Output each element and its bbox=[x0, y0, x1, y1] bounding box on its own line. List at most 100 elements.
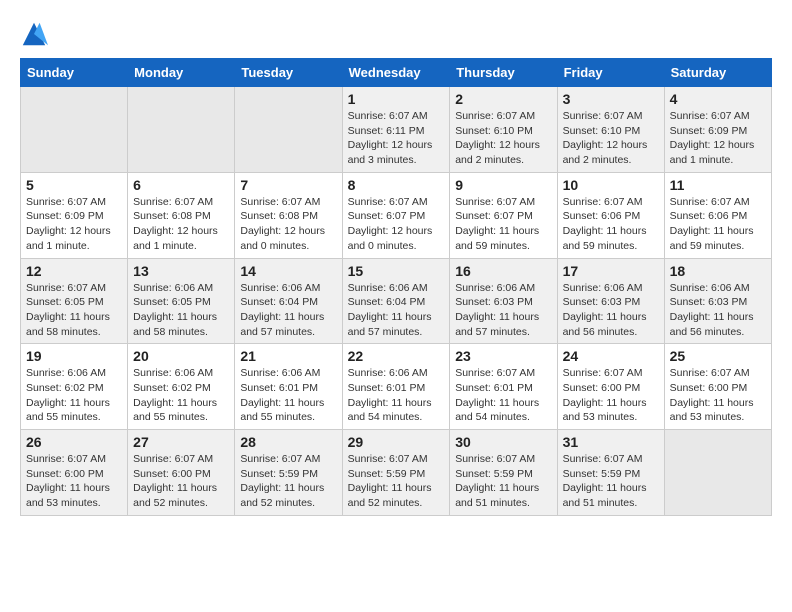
day-info: Sunrise: 6:07 AM Sunset: 6:08 PM Dayligh… bbox=[133, 195, 229, 254]
day-info: Sunrise: 6:07 AM Sunset: 6:01 PM Dayligh… bbox=[455, 366, 551, 425]
day-info: Sunrise: 6:07 AM Sunset: 6:06 PM Dayligh… bbox=[563, 195, 659, 254]
day-number: 3 bbox=[563, 91, 659, 107]
day-info: Sunrise: 6:07 AM Sunset: 6:05 PM Dayligh… bbox=[26, 281, 122, 340]
day-info: Sunrise: 6:07 AM Sunset: 6:11 PM Dayligh… bbox=[348, 109, 445, 168]
calendar-cell bbox=[664, 430, 771, 516]
day-number: 7 bbox=[240, 177, 336, 193]
day-number: 10 bbox=[563, 177, 659, 193]
day-info: Sunrise: 6:06 AM Sunset: 6:04 PM Dayligh… bbox=[240, 281, 336, 340]
day-number: 31 bbox=[563, 434, 659, 450]
calendar-cell: 26 Sunrise: 6:07 AM Sunset: 6:00 PM Dayli… bbox=[21, 430, 128, 516]
calendar-cell: 4 Sunrise: 6:07 AM Sunset: 6:09 PM Daylig… bbox=[664, 87, 771, 173]
calendar-cell: 7 Sunrise: 6:07 AM Sunset: 6:08 PM Daylig… bbox=[235, 172, 342, 258]
day-info: Sunrise: 6:07 AM Sunset: 6:00 PM Dayligh… bbox=[133, 452, 229, 511]
logo bbox=[20, 20, 52, 48]
day-number: 18 bbox=[670, 263, 766, 279]
calendar-cell: 6 Sunrise: 6:07 AM Sunset: 6:08 PM Daylig… bbox=[128, 172, 235, 258]
day-number: 25 bbox=[670, 348, 766, 364]
calendar-cell: 28 Sunrise: 6:07 AM Sunset: 5:59 PM Dayli… bbox=[235, 430, 342, 516]
day-number: 2 bbox=[455, 91, 551, 107]
calendar-cell: 11Sunrise: 6:07 AM Sunset: 6:06 PM Dayli… bbox=[664, 172, 771, 258]
day-number: 4 bbox=[670, 91, 766, 107]
calendar-cell bbox=[21, 87, 128, 173]
calendar-cell: 14 Sunrise: 6:06 AM Sunset: 6:04 PM Dayli… bbox=[235, 258, 342, 344]
calendar-cell: 1 Sunrise: 6:07 AM Sunset: 6:11 PM Daylig… bbox=[342, 87, 450, 173]
day-info: Sunrise: 6:07 AM Sunset: 6:00 PM Dayligh… bbox=[563, 366, 659, 425]
calendar-cell: 22 Sunrise: 6:06 AM Sunset: 6:01 PM Dayli… bbox=[342, 344, 450, 430]
day-info: Sunrise: 6:07 AM Sunset: 6:08 PM Dayligh… bbox=[240, 195, 336, 254]
day-number: 23 bbox=[455, 348, 551, 364]
day-info: Sunrise: 6:06 AM Sunset: 6:02 PM Dayligh… bbox=[26, 366, 122, 425]
calendar-cell: 17 Sunrise: 6:06 AM Sunset: 6:03 PM Dayli… bbox=[557, 258, 664, 344]
day-number: 1 bbox=[348, 91, 445, 107]
day-info: Sunrise: 6:07 AM Sunset: 6:09 PM Dayligh… bbox=[26, 195, 122, 254]
page-header bbox=[20, 20, 772, 48]
day-number: 30 bbox=[455, 434, 551, 450]
day-info: Sunrise: 6:07 AM Sunset: 5:59 PM Dayligh… bbox=[240, 452, 336, 511]
calendar-week-row: 1 Sunrise: 6:07 AM Sunset: 6:11 PM Daylig… bbox=[21, 87, 772, 173]
calendar-cell: 31 Sunrise: 6:07 AM Sunset: 5:59 PM Dayli… bbox=[557, 430, 664, 516]
calendar-cell: 18 Sunrise: 6:06 AM Sunset: 6:03 PM Dayli… bbox=[664, 258, 771, 344]
day-number: 22 bbox=[348, 348, 445, 364]
calendar-cell: 5 Sunrise: 6:07 AM Sunset: 6:09 PM Daylig… bbox=[21, 172, 128, 258]
calendar-cell: 19 Sunrise: 6:06 AM Sunset: 6:02 PM Dayli… bbox=[21, 344, 128, 430]
logo-icon bbox=[20, 20, 48, 48]
day-info: Sunrise: 6:07 AM Sunset: 5:59 PM Dayligh… bbox=[563, 452, 659, 511]
day-number: 29 bbox=[348, 434, 445, 450]
day-info: Sunrise: 6:07 AM Sunset: 5:59 PM Dayligh… bbox=[455, 452, 551, 511]
calendar-cell: 20 Sunrise: 6:06 AM Sunset: 6:02 PM Dayli… bbox=[128, 344, 235, 430]
day-number: 19 bbox=[26, 348, 122, 364]
day-info: Sunrise: 6:07 AM Sunset: 6:00 PM Dayligh… bbox=[670, 366, 766, 425]
calendar-cell: 12 Sunrise: 6:07 AM Sunset: 6:05 PM Dayli… bbox=[21, 258, 128, 344]
day-number: 16 bbox=[455, 263, 551, 279]
day-number: 14 bbox=[240, 263, 336, 279]
day-number: 15 bbox=[348, 263, 445, 279]
calendar-cell: 24 Sunrise: 6:07 AM Sunset: 6:00 PM Dayli… bbox=[557, 344, 664, 430]
day-number: 28 bbox=[240, 434, 336, 450]
calendar-cell: 2 Sunrise: 6:07 AM Sunset: 6:10 PM Daylig… bbox=[450, 87, 557, 173]
calendar-cell bbox=[128, 87, 235, 173]
calendar-header-tuesday: Tuesday bbox=[235, 59, 342, 87]
day-number: 13 bbox=[133, 263, 229, 279]
calendar-cell: 3 Sunrise: 6:07 AM Sunset: 6:10 PM Daylig… bbox=[557, 87, 664, 173]
day-info: Sunrise: 6:06 AM Sunset: 6:03 PM Dayligh… bbox=[670, 281, 766, 340]
day-info: Sunrise: 6:07 AM Sunset: 6:06 PM Dayligh… bbox=[670, 195, 766, 254]
day-info: Sunrise: 6:06 AM Sunset: 6:03 PM Dayligh… bbox=[455, 281, 551, 340]
day-info: Sunrise: 6:06 AM Sunset: 6:01 PM Dayligh… bbox=[240, 366, 336, 425]
day-number: 17 bbox=[563, 263, 659, 279]
day-info: Sunrise: 6:06 AM Sunset: 6:02 PM Dayligh… bbox=[133, 366, 229, 425]
calendar-cell: 27Sunrise: 6:07 AM Sunset: 6:00 PM Dayli… bbox=[128, 430, 235, 516]
day-number: 26 bbox=[26, 434, 122, 450]
day-number: 20 bbox=[133, 348, 229, 364]
calendar-cell bbox=[235, 87, 342, 173]
day-info: Sunrise: 6:07 AM Sunset: 6:07 PM Dayligh… bbox=[348, 195, 445, 254]
day-info: Sunrise: 6:06 AM Sunset: 6:01 PM Dayligh… bbox=[348, 366, 445, 425]
calendar-cell: 16 Sunrise: 6:06 AM Sunset: 6:03 PM Dayli… bbox=[450, 258, 557, 344]
calendar-cell: 10 Sunrise: 6:07 AM Sunset: 6:06 PM Dayli… bbox=[557, 172, 664, 258]
calendar-header-row: SundayMondayTuesdayWednesdayThursdayFrid… bbox=[21, 59, 772, 87]
calendar-cell: 25 Sunrise: 6:07 AM Sunset: 6:00 PM Dayli… bbox=[664, 344, 771, 430]
calendar-cell: 15 Sunrise: 6:06 AM Sunset: 6:04 PM Dayli… bbox=[342, 258, 450, 344]
day-info: Sunrise: 6:07 AM Sunset: 6:07 PM Dayligh… bbox=[455, 195, 551, 254]
day-info: Sunrise: 6:06 AM Sunset: 6:04 PM Dayligh… bbox=[348, 281, 445, 340]
calendar-header-friday: Friday bbox=[557, 59, 664, 87]
day-number: 6 bbox=[133, 177, 229, 193]
day-info: Sunrise: 6:07 AM Sunset: 6:09 PM Dayligh… bbox=[670, 109, 766, 168]
day-number: 5 bbox=[26, 177, 122, 193]
day-number: 8 bbox=[348, 177, 445, 193]
day-info: Sunrise: 6:07 AM Sunset: 6:00 PM Dayligh… bbox=[26, 452, 122, 511]
calendar-header-wednesday: Wednesday bbox=[342, 59, 450, 87]
day-number: 12 bbox=[26, 263, 122, 279]
calendar-cell: 29 Sunrise: 6:07 AM Sunset: 5:59 PM Dayli… bbox=[342, 430, 450, 516]
calendar-week-row: 5 Sunrise: 6:07 AM Sunset: 6:09 PM Daylig… bbox=[21, 172, 772, 258]
day-info: Sunrise: 6:07 AM Sunset: 5:59 PM Dayligh… bbox=[348, 452, 445, 511]
day-number: 24 bbox=[563, 348, 659, 364]
calendar-cell: 30 Sunrise: 6:07 AM Sunset: 5:59 PM Dayli… bbox=[450, 430, 557, 516]
day-info: Sunrise: 6:07 AM Sunset: 6:10 PM Dayligh… bbox=[455, 109, 551, 168]
day-info: Sunrise: 6:06 AM Sunset: 6:03 PM Dayligh… bbox=[563, 281, 659, 340]
day-info: Sunrise: 6:07 AM Sunset: 6:10 PM Dayligh… bbox=[563, 109, 659, 168]
calendar-cell: 23 Sunrise: 6:07 AM Sunset: 6:01 PM Dayli… bbox=[450, 344, 557, 430]
day-number: 21 bbox=[240, 348, 336, 364]
calendar-header-sunday: Sunday bbox=[21, 59, 128, 87]
calendar-cell: 13Sunrise: 6:06 AM Sunset: 6:05 PM Dayli… bbox=[128, 258, 235, 344]
